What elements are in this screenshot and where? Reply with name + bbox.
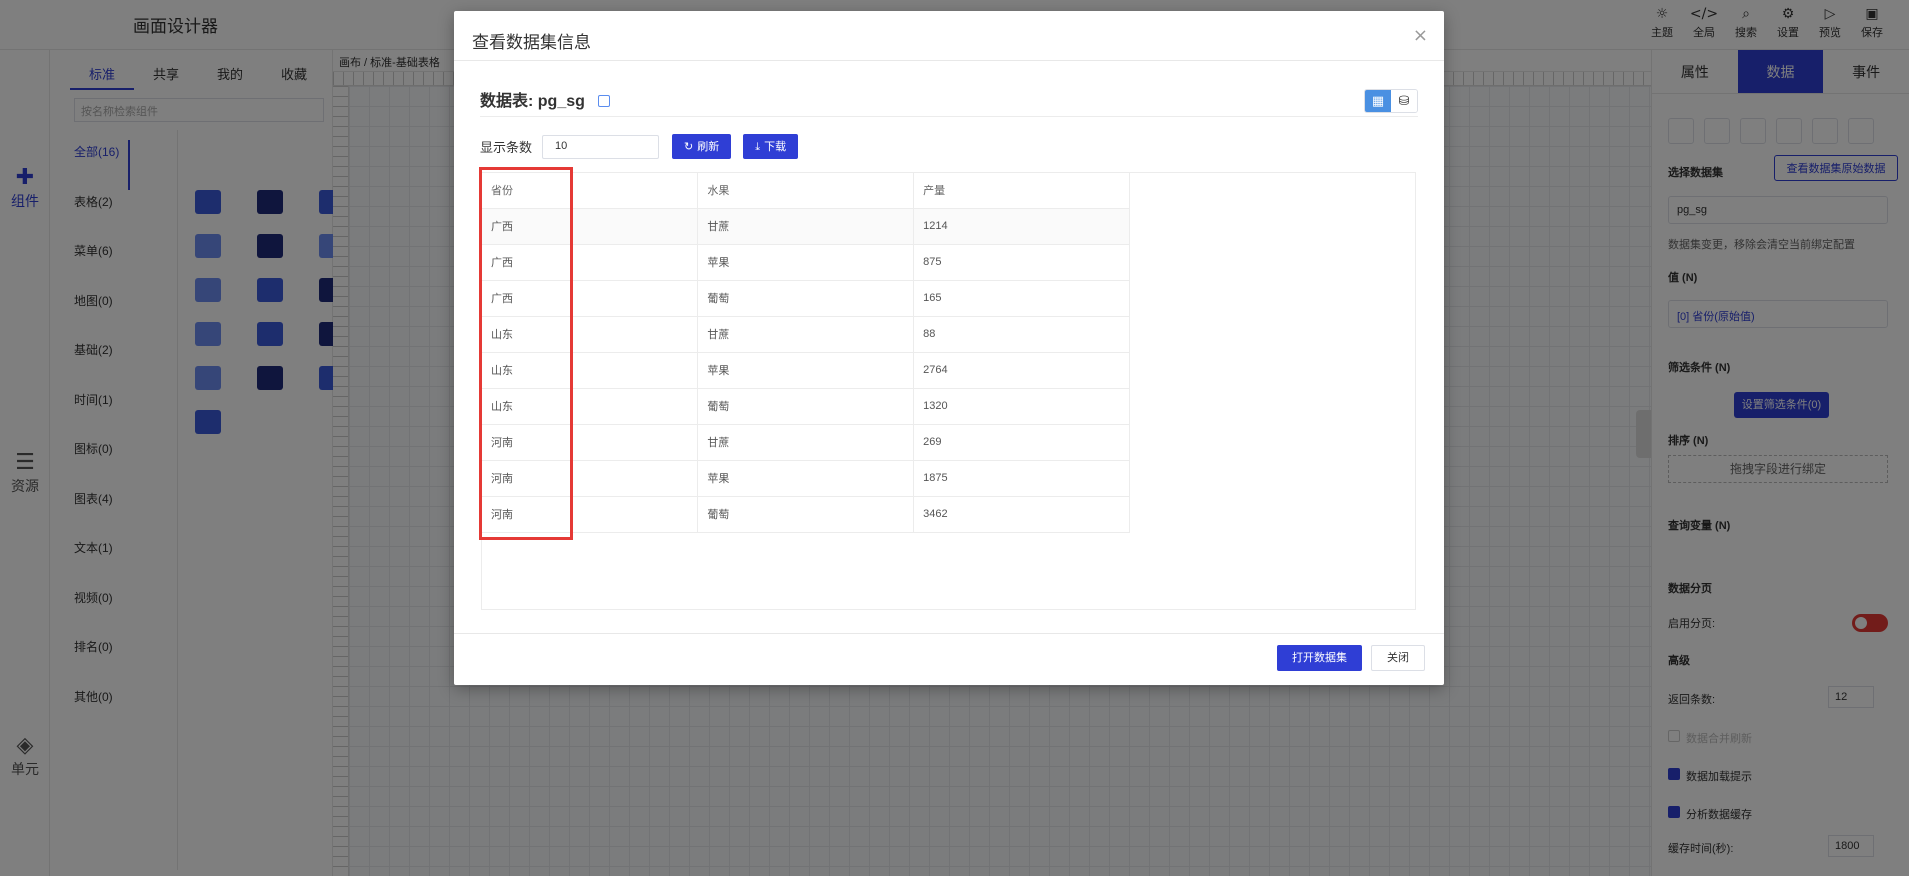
refresh-button[interactable]: ↻ 刷新 [672, 134, 732, 159]
table-cell: 苹果 [697, 244, 915, 281]
download-button[interactable]: ⤓ 下载 [743, 134, 799, 159]
data-table: 省份 水果 产量 广西 甘蔗 1214 广西 苹果 875 广西 葡萄 165 山东 甘蔗 88 山东 苹果 2… [482, 173, 1130, 533]
grid-view-icon[interactable]: ▦ [1365, 90, 1391, 112]
table-row[interactable]: 广西 葡萄 165 [482, 280, 1130, 317]
close-button[interactable]: 关闭 [1371, 645, 1425, 671]
table-row[interactable]: 山东 苹果 2764 [482, 352, 1130, 389]
table-cell: 河南 [482, 496, 699, 533]
table-row[interactable]: 河南 葡萄 3462 [482, 496, 1130, 533]
copy-icon[interactable] [598, 95, 611, 107]
column-header[interactable]: 产量 [913, 173, 1130, 209]
dialog-footer: 打开数据集 关闭 [454, 633, 1444, 685]
table-cell: 3462 [913, 496, 1130, 533]
dataset-info-dialog: 查看数据集信息 × 数据表: pg_sg ▦ ⛁ 显示条数 10 ↻ 刷新 ⤓ 下载… [454, 11, 1444, 685]
control-row: 显示条数 10 ↻ 刷新 ⤓ 下载 [480, 134, 810, 159]
table-cell: 1214 [913, 208, 1130, 245]
table-row[interactable]: 山东 葡萄 1320 [482, 388, 1130, 425]
dialog-title: 查看数据集信息 [472, 33, 591, 52]
table-cell: 1320 [913, 388, 1130, 425]
table-cell: 葡萄 [697, 280, 915, 317]
table-cell: 2764 [913, 352, 1130, 389]
table-cell: 山东 [482, 352, 699, 389]
column-header[interactable]: 水果 [697, 173, 915, 209]
table-cell: 葡萄 [697, 388, 915, 425]
table-cell: 广西 [482, 244, 699, 281]
display-count-label: 显示条数 [480, 140, 533, 155]
column-header[interactable]: 省份 [482, 173, 699, 209]
table-cell: 苹果 [697, 352, 915, 389]
table-cell: 甘蔗 [697, 424, 915, 461]
table-cell: 山东 [482, 388, 699, 425]
database-icon[interactable]: ⛁ [1391, 90, 1417, 112]
view-toggle: ▦ ⛁ [1364, 89, 1418, 113]
table-cell: 1875 [913, 460, 1130, 497]
table-header-row: 省份 水果 产量 [482, 173, 1130, 209]
dataset-title: 数据表: pg_sg [480, 93, 585, 110]
table-cell: 甘蔗 [697, 316, 915, 353]
table-cell: 广西 [482, 208, 699, 245]
table-row[interactable]: 河南 甘蔗 269 [482, 424, 1130, 461]
display-count-input[interactable]: 10 [542, 134, 660, 159]
table-cell: 875 [913, 244, 1130, 281]
table-row[interactable]: 广西 甘蔗 1214 [482, 208, 1130, 245]
table-row[interactable]: 山东 甘蔗 88 [482, 316, 1130, 353]
data-table-container: 省份 水果 产量 广西 甘蔗 1214 广西 苹果 875 广西 葡萄 165 山东 甘蔗 88 山东 苹果 2… [481, 172, 1416, 610]
table-row[interactable]: 河南 苹果 1875 [482, 460, 1130, 497]
table-cell: 269 [913, 424, 1130, 461]
table-cell: 苹果 [697, 460, 915, 497]
open-dataset-button[interactable]: 打开数据集 [1277, 645, 1362, 671]
table-row[interactable]: 广西 苹果 875 [482, 244, 1130, 281]
table-cell: 河南 [482, 424, 699, 461]
table-cell: 广西 [482, 280, 699, 317]
table-cell: 165 [913, 280, 1130, 317]
table-cell: 山东 [482, 316, 699, 353]
download-icon: ⤓ [755, 140, 761, 153]
close-icon[interactable]: × [1413, 25, 1428, 46]
refresh-icon: ↻ [684, 140, 694, 153]
dialog-header: 查看数据集信息 × [454, 11, 1444, 61]
table-cell: 88 [913, 316, 1130, 353]
table-cell: 河南 [482, 460, 699, 497]
dataset-title-row: 数据表: pg_sg ▦ ⛁ [480, 87, 1418, 117]
table-cell: 葡萄 [697, 496, 915, 533]
table-cell: 甘蔗 [697, 208, 915, 245]
